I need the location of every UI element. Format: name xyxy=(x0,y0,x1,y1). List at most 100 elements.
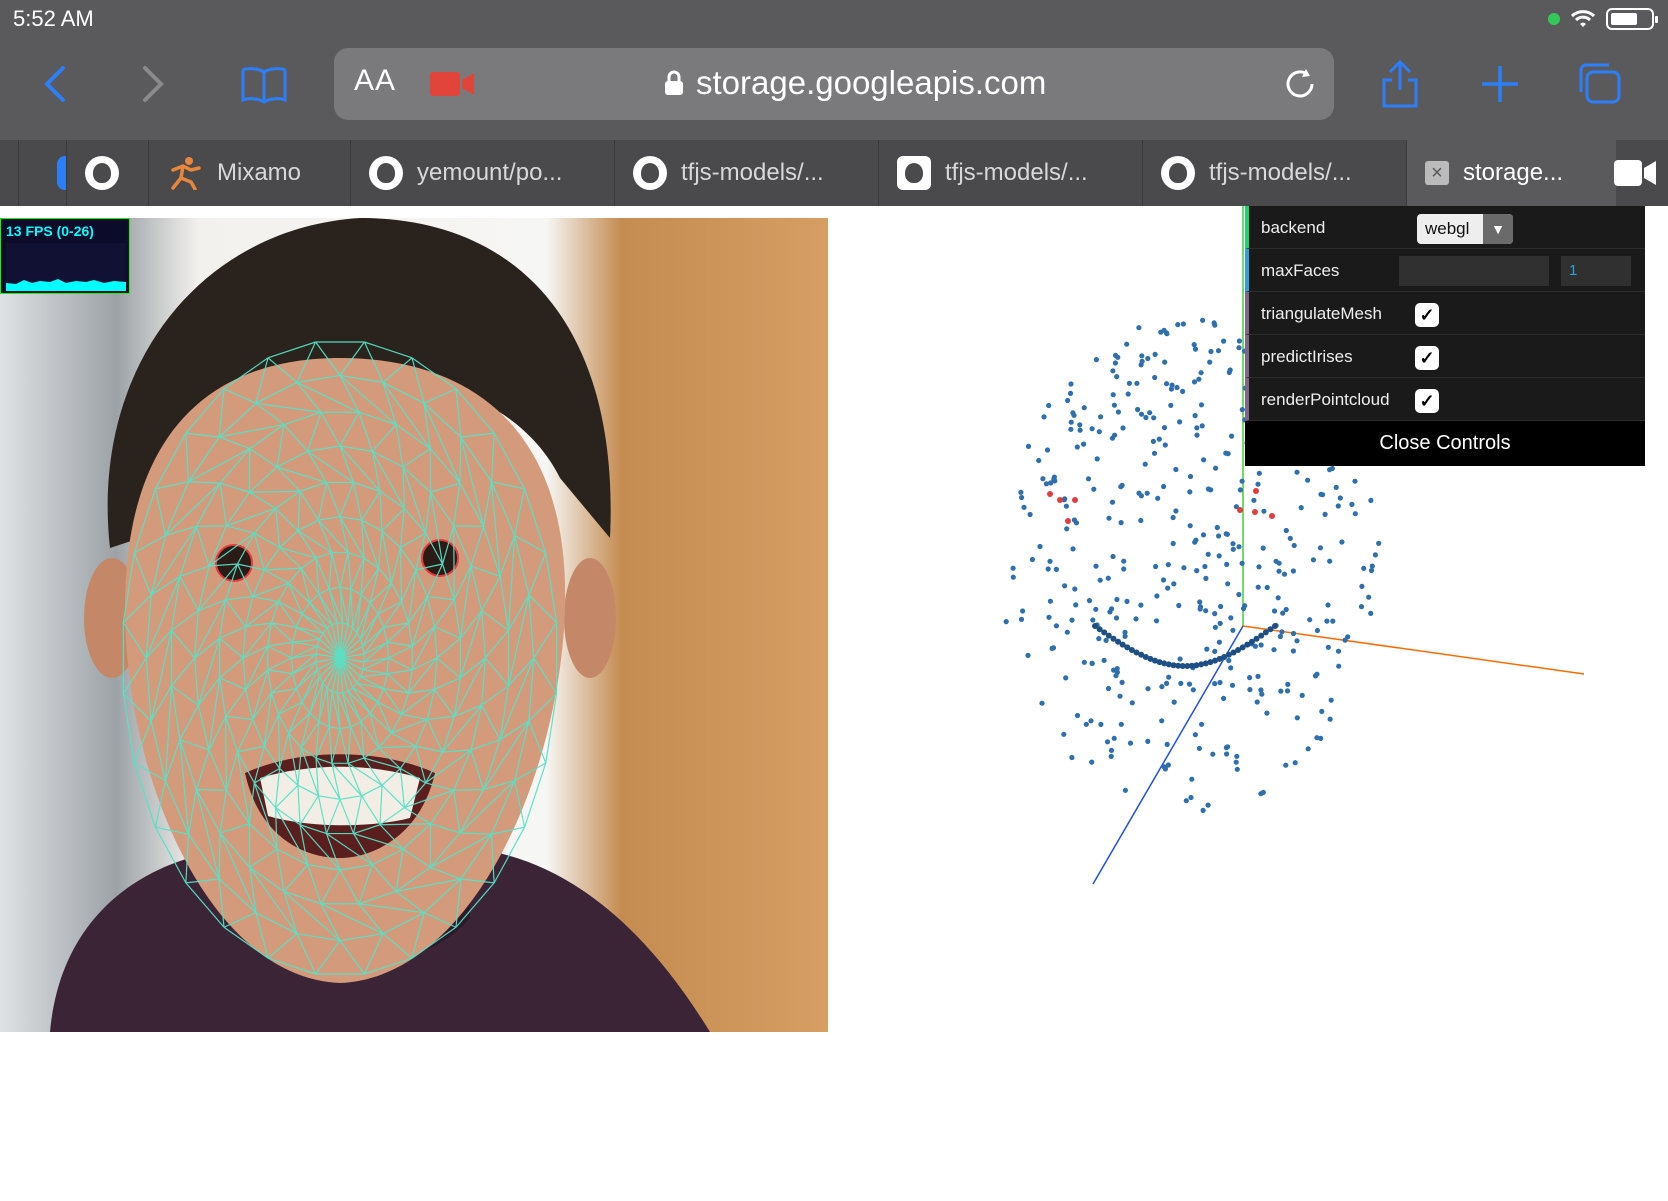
point-cloud-dot xyxy=(1138,517,1144,524)
point-cloud-dot xyxy=(1040,476,1046,482)
point-cloud-dot xyxy=(1053,623,1059,629)
tab-tfjs-models-2[interactable]: tfjs-models/... xyxy=(878,140,1142,206)
point-cloud-dot xyxy=(1098,414,1104,420)
point-cloud-dot xyxy=(1114,596,1120,603)
point-cloud-dot xyxy=(1229,682,1236,688)
point-cloud-dot xyxy=(1217,679,1223,686)
tab-label: tfjs-models/... xyxy=(945,159,1088,186)
back-button[interactable] xyxy=(28,58,80,110)
point-cloud-dot xyxy=(1088,718,1094,724)
share-button[interactable] xyxy=(1374,58,1426,110)
point-cloud-dot xyxy=(1204,646,1210,652)
render-pointcloud-checkbox[interactable]: ✓ xyxy=(1415,389,1439,413)
point-cloud-dot xyxy=(1096,429,1102,435)
tab-yemount[interactable]: yemount/po... xyxy=(350,140,614,206)
point-cloud-dot xyxy=(1152,374,1158,381)
point-cloud-dot xyxy=(1064,526,1070,532)
github-icon xyxy=(1161,156,1195,190)
mesh-edge xyxy=(453,525,455,600)
triangulate-mesh-checkbox[interactable]: ✓ xyxy=(1415,303,1439,327)
tab-overview-button[interactable] xyxy=(1574,58,1626,110)
point-cloud-dot xyxy=(1359,583,1365,589)
max-faces-slider[interactable] xyxy=(1399,256,1549,286)
point-cloud-dot xyxy=(1097,577,1103,583)
point-cloud-dot xyxy=(1115,409,1121,415)
point-cloud-dot xyxy=(1019,494,1025,501)
point-cloud-dot xyxy=(1077,422,1083,428)
mesh-edge xyxy=(196,788,227,791)
point-cloud-dot xyxy=(1269,513,1275,519)
point-cloud-dot xyxy=(1368,567,1375,574)
point-cloud-dot xyxy=(1335,503,1341,509)
point-cloud-dot xyxy=(1234,766,1240,772)
point-cloud-dot xyxy=(1068,419,1074,425)
tab-storage[interactable]: × storage... xyxy=(1406,140,1616,206)
close-tab-icon[interactable]: × xyxy=(1425,161,1449,185)
point-cloud-dot xyxy=(1339,539,1345,545)
point-cloud-dot xyxy=(1324,618,1330,624)
tab-bar: Mixamo yemount/po... tfjs-models/... tfj… xyxy=(0,140,1668,206)
text-size-button[interactable]: AA xyxy=(354,64,396,98)
fps-stats-panel[interactable]: 13 FPS (0-26) xyxy=(0,218,130,294)
point-cloud-dot xyxy=(1307,617,1313,623)
point-cloud-dot xyxy=(1010,565,1016,571)
point-cloud-dot xyxy=(1070,546,1076,552)
close-controls-button[interactable]: Close Controls xyxy=(1245,421,1645,466)
point-cloud-dot xyxy=(1305,477,1311,483)
point-cloud-dot xyxy=(1111,402,1117,408)
point-cloud-dot xyxy=(1125,391,1131,397)
point-cloud-dot xyxy=(1164,381,1170,387)
point-cloud-dot xyxy=(1194,432,1200,438)
point-cloud-dot xyxy=(1155,495,1161,501)
address-bar[interactable]: AA storage.googleapis.com xyxy=(334,48,1334,120)
point-cloud-dot xyxy=(1221,338,1227,344)
fps-label: 13 FPS (0-26) xyxy=(6,223,94,239)
bookmarks-button[interactable] xyxy=(238,58,290,110)
point-cloud-dot xyxy=(1349,501,1355,507)
point-cloud-dot xyxy=(1230,546,1236,552)
tab-partial[interactable] xyxy=(18,140,66,206)
predict-irises-row: predictIrises ✓ xyxy=(1245,335,1645,378)
max-faces-input[interactable]: 1 xyxy=(1561,256,1631,286)
point-cloud-dot xyxy=(1368,497,1374,503)
point-cloud-dot xyxy=(1110,368,1116,374)
forward-button[interactable] xyxy=(128,58,180,110)
point-cloud-dot xyxy=(1044,447,1051,453)
point-cloud-dot xyxy=(1277,633,1283,640)
point-cloud-dot xyxy=(1154,593,1160,599)
point-cloud-dot xyxy=(1237,507,1243,513)
new-tab-button[interactable] xyxy=(1474,58,1526,110)
point-cloud-dot xyxy=(1053,566,1059,572)
point-cloud-dot xyxy=(1139,358,1145,364)
point-cloud-dot xyxy=(1126,380,1132,386)
point-cloud-dot xyxy=(1342,637,1348,643)
backend-select[interactable]: webgl ▼ xyxy=(1417,214,1513,244)
tab-github[interactable] xyxy=(66,140,148,206)
camera-tab-icon[interactable] xyxy=(1614,158,1656,188)
status-time: 5:52 AM xyxy=(13,6,94,31)
face-mesh-overlay xyxy=(50,218,710,1032)
url-display[interactable]: storage.googleapis.com xyxy=(664,64,1046,102)
tab-label: tfjs-models/... xyxy=(1209,159,1352,186)
point-cloud-dot xyxy=(1255,584,1261,590)
reload-icon[interactable] xyxy=(1282,66,1318,102)
tab-mixamo[interactable]: Mixamo xyxy=(148,140,350,206)
point-cloud-dot xyxy=(1225,581,1231,587)
video-camera-icon[interactable] xyxy=(430,70,476,98)
point-cloud-dot xyxy=(1188,794,1194,801)
point-cloud-dot xyxy=(1010,574,1016,580)
point-cloud-dot xyxy=(1258,642,1264,648)
text-size-label: AA xyxy=(354,64,397,97)
predict-irises-checkbox[interactable]: ✓ xyxy=(1415,346,1439,370)
point-cloud-dot xyxy=(1229,433,1235,439)
point-cloud-dot xyxy=(1223,450,1229,456)
point-cloud-dot xyxy=(1330,618,1336,624)
point-cloud-dot xyxy=(1112,360,1118,366)
point-cloud-dot xyxy=(1174,384,1180,391)
tab-tfjs-models-1[interactable]: tfjs-models/... xyxy=(614,140,878,206)
point-cloud-dot xyxy=(1047,598,1053,604)
point-cloud-dot xyxy=(1224,751,1230,757)
tab-tfjs-models-3[interactable]: tfjs-models/... xyxy=(1142,140,1406,206)
point-cloud-dot xyxy=(1207,359,1213,365)
point-cloud-dot xyxy=(1047,491,1053,497)
